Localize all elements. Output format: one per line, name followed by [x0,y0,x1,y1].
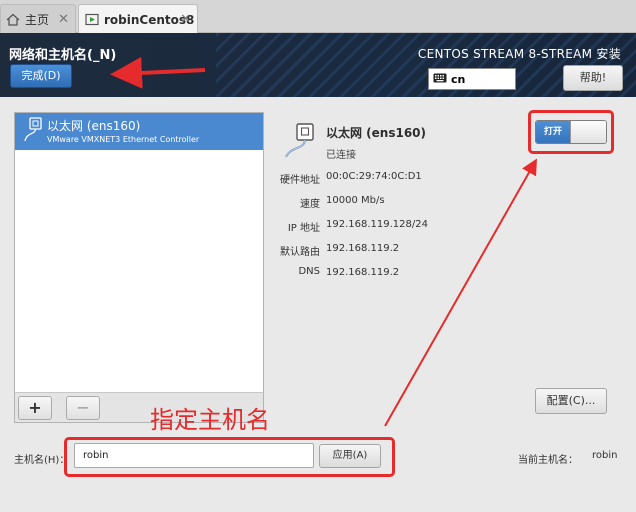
speed-value: 10000 Mb/s [326,195,385,206]
page-title: 网络和主机名(_N) [9,48,117,63]
current-hostname-value: robin [592,450,618,461]
home-icon [6,13,20,26]
current-hostname-label: 当前主机名： [518,455,578,466]
done-button[interactable]: 完成(D) [10,64,72,88]
vm-icon [85,13,99,26]
ip-address-label: IP 地址 [287,223,320,234]
keyboard-icon [433,73,451,86]
install-title: CENTOS STREAM 8-STREAM 安装 [417,47,621,61]
remove-device-button[interactable]: − [66,396,100,420]
dns-value: 192.168.119.2 [326,267,400,278]
toggle-highlight-box [528,110,614,154]
default-route-value: 192.168.119.2 [326,243,400,254]
annotation-text: 指定主机名 [150,406,270,434]
add-device-button[interactable]: + [18,396,52,420]
device-description: VMware VMXNET3 Ethernet Controller [47,135,200,144]
dns-label: DNS [298,266,320,277]
ethernet-icon [283,122,317,164]
default-route-label: 默认路由 [280,247,320,258]
list-item[interactable]: 以太网 (ens160) VMware VMXNET3 Ethernet Con… [15,113,263,150]
configure-button[interactable]: 配置(C)... [535,388,607,414]
arrow-to-toggle [384,158,537,427]
ethernet-icon [23,117,43,147]
hostname-highlight-box [64,437,395,477]
hostname-label: 主机名(H)： [14,455,70,466]
close-icon[interactable]: ✕ [58,12,69,27]
header-bar: 网络和主机名(_N) 完成(D) CENTOS STREAM 8-STREAM … [0,33,636,97]
network-device-list: 以太网 (ens160) VMware VMXNET3 Ethernet Con… [14,112,264,422]
device-detail-name: 以太网 (ens160) [326,126,427,140]
hardware-address-value: 00:0C:29:74:0C:D1 [326,171,422,182]
hardware-address-label: 硬件地址 [280,175,320,186]
device-name: 以太网 (ens160) [47,119,141,133]
tab-vm[interactable]: robinCentos8 ✕ [78,4,198,34]
keyboard-layout-indicator[interactable]: cn [428,68,516,90]
tab-label: 主页 [25,12,50,27]
keyboard-layout-label: cn [451,72,466,86]
ip-address-value: 192.168.119.128/24 [326,219,428,230]
speed-label: 速度 [300,199,320,210]
help-button[interactable]: 帮助! [563,65,623,91]
tab-home[interactable]: 主页 ✕ [0,4,76,33]
close-icon[interactable]: ✕ [180,12,191,27]
tab-bar: 主页 ✕ robinCentos8 ✕ [0,0,636,34]
connection-status: 已连接 [326,150,356,161]
